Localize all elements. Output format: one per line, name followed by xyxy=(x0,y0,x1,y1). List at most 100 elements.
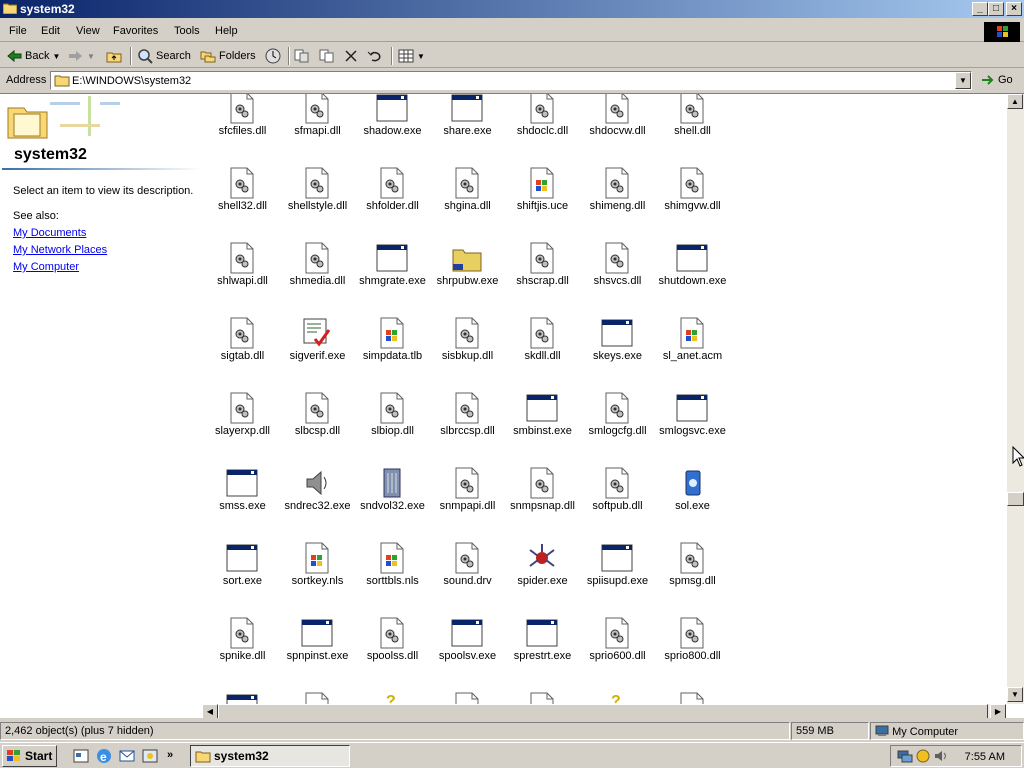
file-item[interactable]: smlogsvc.exe xyxy=(655,392,730,452)
file-item[interactable]: snmpsnap.dll xyxy=(505,467,580,527)
file-item[interactable]: snmpapi.dll xyxy=(430,467,505,527)
copy-to-button[interactable] xyxy=(319,48,335,64)
file-item[interactable]: shimeng.dll xyxy=(580,167,655,227)
address-dropdown-icon[interactable]: ▼ xyxy=(955,72,971,89)
menu-tools[interactable]: Tools xyxy=(174,25,200,37)
file-item[interactable]: slbiop.dll xyxy=(355,392,430,452)
link-my-computer[interactable]: My Computer xyxy=(13,261,79,273)
history-button[interactable] xyxy=(265,48,281,64)
views-dropdown-icon[interactable]: ▼ xyxy=(417,52,425,61)
file-item[interactable]: shutdown.exe xyxy=(655,242,730,302)
file-item[interactable]: slbcsp.dll xyxy=(280,392,355,452)
delete-button[interactable] xyxy=(344,48,358,64)
file-item[interactable]: shimgvw.dll xyxy=(655,167,730,227)
file-item[interactable]: skdll.dll xyxy=(505,317,580,377)
file-item[interactable]: smlogcfg.dll xyxy=(580,392,655,452)
security-icon[interactable] xyxy=(915,749,931,763)
file-item[interactable]: sigtab.dll xyxy=(205,317,280,377)
file-item[interactable]: shdoclc.dll xyxy=(505,94,580,152)
link-my-documents[interactable]: My Documents xyxy=(13,227,86,239)
file-item[interactable]: sort.exe xyxy=(205,542,280,602)
scroll-left-button[interactable]: ◀ xyxy=(202,704,218,718)
forward-dropdown-icon[interactable]: ▼ xyxy=(87,52,95,61)
undo-button[interactable] xyxy=(367,48,383,64)
file-item[interactable]: softpub.dll xyxy=(580,467,655,527)
link-my-network-places[interactable]: My Network Places xyxy=(13,244,107,256)
file-item[interactable]: spiisupd.exe xyxy=(580,542,655,602)
file-item[interactable]: shdocvw.dll xyxy=(580,94,655,152)
minimize-button[interactable]: _ xyxy=(972,2,988,16)
file-item[interactable]: sortkey.nls xyxy=(280,542,355,602)
network-icon[interactable] xyxy=(897,749,913,763)
file-item[interactable]: shmgrate.exe xyxy=(355,242,430,302)
file-item[interactable]: sndrec32.exe xyxy=(280,467,355,527)
file-item[interactable]: sprio800.dll xyxy=(655,617,730,677)
move-to-button[interactable] xyxy=(294,48,310,64)
internet-explorer-icon[interactable]: e xyxy=(95,747,113,765)
file-item[interactable]: shgina.dll xyxy=(430,167,505,227)
volume-icon[interactable] xyxy=(933,749,949,763)
back-dropdown-icon[interactable]: ▼ xyxy=(52,52,60,61)
folders-button[interactable]: Folders xyxy=(200,48,256,64)
horizontal-scrollbar[interactable]: ◀ ▶ xyxy=(202,704,1006,718)
menu-file[interactable]: File xyxy=(9,25,27,37)
file-item[interactable]: sprio600.dll xyxy=(580,617,655,677)
file-item[interactable] xyxy=(430,692,505,704)
file-item[interactable] xyxy=(205,692,280,704)
file-item[interactable]: slayerxp.dll xyxy=(205,392,280,452)
file-item[interactable]: sl_anet.acm xyxy=(655,317,730,377)
file-item[interactable]: spider.exe xyxy=(505,542,580,602)
title-bar[interactable]: system32 _ □ × xyxy=(0,0,1024,18)
file-item[interactable]: ? xyxy=(580,692,655,704)
show-desktop-icon[interactable] xyxy=(72,747,90,765)
horizontal-scroll-thumb[interactable] xyxy=(218,704,988,718)
file-item[interactable]: sfmapi.dll xyxy=(280,94,355,152)
maximize-button[interactable]: □ xyxy=(988,2,1004,16)
views-button[interactable]: ▼ xyxy=(398,48,425,64)
file-item[interactable]: shfolder.dll xyxy=(355,167,430,227)
file-item[interactable]: shadow.exe xyxy=(355,94,430,152)
scroll-right-button[interactable]: ▶ xyxy=(990,704,1006,718)
file-item[interactable]: spmsg.dll xyxy=(655,542,730,602)
file-item[interactable]: shlwapi.dll xyxy=(205,242,280,302)
file-item[interactable]: spoolsv.exe xyxy=(430,617,505,677)
file-item[interactable]: slbrccsp.dll xyxy=(430,392,505,452)
file-item[interactable]: shmedia.dll xyxy=(280,242,355,302)
file-item[interactable]: sol.exe xyxy=(655,467,730,527)
file-item[interactable]: shsvcs.dll xyxy=(580,242,655,302)
file-item[interactable]: smbinst.exe xyxy=(505,392,580,452)
file-item[interactable]: sound.drv xyxy=(430,542,505,602)
file-item[interactable]: spnpinst.exe xyxy=(280,617,355,677)
up-folder-button[interactable] xyxy=(106,48,122,64)
file-item[interactable] xyxy=(280,692,355,704)
file-item[interactable]: smss.exe xyxy=(205,467,280,527)
scroll-up-button[interactable]: ▲ xyxy=(1007,94,1023,109)
vertical-scrollbar[interactable]: ▲ ▼ xyxy=(1007,94,1024,704)
file-item[interactable] xyxy=(655,692,730,704)
file-item[interactable]: sfcfiles.dll xyxy=(205,94,280,152)
file-item[interactable]: sorttbls.nls xyxy=(355,542,430,602)
back-button[interactable]: Back ▼ xyxy=(6,48,60,64)
file-item[interactable]: sndvol32.exe xyxy=(355,467,430,527)
file-item[interactable]: skeys.exe xyxy=(580,317,655,377)
file-item[interactable]: sprestrt.exe xyxy=(505,617,580,677)
file-item[interactable]: ? xyxy=(355,692,430,704)
file-item[interactable]: shell.dll xyxy=(655,94,730,152)
file-item[interactable]: shiftjis.uce xyxy=(505,167,580,227)
file-item[interactable]: spoolss.dll xyxy=(355,617,430,677)
file-item[interactable]: shrpubw.exe xyxy=(430,242,505,302)
clock[interactable]: 7:55 AM xyxy=(965,751,1005,763)
address-input[interactable]: E:\WINDOWS\system32 ▼ xyxy=(50,71,972,90)
forward-button[interactable]: ▼ xyxy=(68,48,95,64)
go-button[interactable]: Go xyxy=(980,73,1013,87)
menu-view[interactable]: View xyxy=(76,25,100,37)
media-icon[interactable] xyxy=(141,747,159,765)
quicklaunch-more-icon[interactable]: » xyxy=(167,749,173,761)
file-item[interactable]: spnike.dll xyxy=(205,617,280,677)
file-item[interactable]: shell32.dll xyxy=(205,167,280,227)
taskbar-item-system32[interactable]: system32 xyxy=(190,745,350,767)
menu-help[interactable]: Help xyxy=(215,25,238,37)
file-item[interactable]: sigverif.exe xyxy=(280,317,355,377)
file-item[interactable]: simpdata.tlb xyxy=(355,317,430,377)
close-button[interactable]: × xyxy=(1006,2,1022,16)
